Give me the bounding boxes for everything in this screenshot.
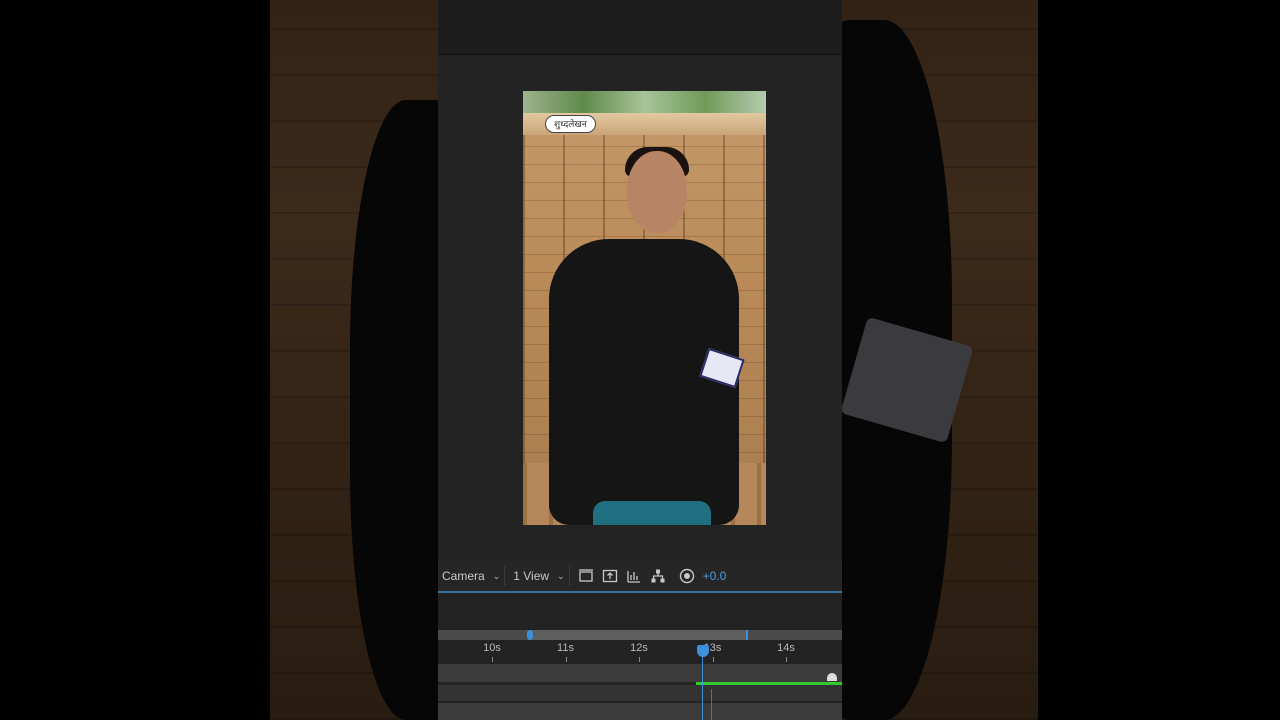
exposure-value[interactable]: +0.0 xyxy=(703,569,727,583)
layer-duration-bar[interactable] xyxy=(696,682,842,685)
ruler-tick-label: 12s xyxy=(630,642,648,654)
layer-row[interactable] xyxy=(438,664,842,682)
channel-logo: शुध्दलेखन xyxy=(545,115,596,133)
ruler-tick-label: 11s xyxy=(557,642,574,654)
playhead-handle[interactable] xyxy=(697,645,709,657)
snapshot-icon[interactable] xyxy=(601,567,619,585)
ruler-tick-mark xyxy=(639,657,640,662)
after-effects-panel: शुध्दलेखन Camera ⌄ 1 View ⌄ +0.0 10s 11s… xyxy=(438,0,842,720)
video-frame: शुध्दलेखन xyxy=(523,91,766,525)
time-ruler[interactable]: 10s 11s 12s 13s 14s xyxy=(438,640,842,664)
show-channel-icon[interactable] xyxy=(625,567,643,585)
ruler-tick-label: 14s xyxy=(777,642,795,654)
blurred-background-left xyxy=(270,0,438,720)
timeline-panel: 10s 11s 12s 13s 14s xyxy=(438,593,842,720)
layer-row[interactable] xyxy=(438,685,842,701)
work-area-range[interactable] xyxy=(530,630,748,640)
letterbox-right xyxy=(1038,0,1280,720)
viewer-toolbar: Camera ⌄ 1 View ⌄ +0.0 xyxy=(438,561,842,591)
panel-header xyxy=(438,0,842,55)
view-layout-dropdown[interactable]: 1 View ⌄ xyxy=(509,566,570,586)
layer-row[interactable] xyxy=(438,703,842,720)
playhead-line xyxy=(702,655,703,720)
ruler-tick-mark xyxy=(492,657,493,662)
region-of-interest-icon[interactable] xyxy=(577,567,595,585)
composition-marker[interactable] xyxy=(827,673,837,681)
chevron-down-icon: ⌄ xyxy=(492,570,501,581)
composition-viewer[interactable]: शुध्दलेखन xyxy=(438,55,842,561)
foliage xyxy=(523,91,766,113)
view-layout-label: 1 View xyxy=(513,569,550,583)
layer-end-indicator xyxy=(711,689,712,720)
work-area-end-handle[interactable] xyxy=(746,630,748,640)
ruler-tick-mark xyxy=(786,657,787,662)
flowchart-icon[interactable] xyxy=(649,567,667,585)
ruler-tick-mark xyxy=(712,657,714,662)
ruler-tick-mark xyxy=(565,657,567,662)
blurred-background-right xyxy=(842,0,1038,720)
chevron-down-icon: ⌄ xyxy=(557,570,565,581)
work-area-start-handle[interactable] xyxy=(527,630,533,640)
camera-dropdown[interactable]: Camera ⌄ xyxy=(438,566,506,586)
presenter-legs xyxy=(593,501,711,525)
ruler-tick-label: 10s xyxy=(483,642,501,654)
reset-exposure-icon[interactable] xyxy=(678,567,696,585)
presenter-face xyxy=(627,151,687,233)
camera-dropdown-label: Camera xyxy=(442,569,485,583)
letterbox-left xyxy=(0,0,270,720)
presenter-body xyxy=(549,239,739,525)
